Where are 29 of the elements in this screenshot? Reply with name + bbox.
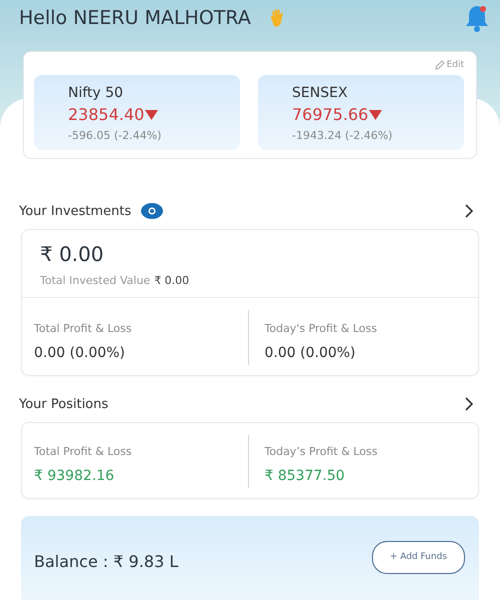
index-tile[interactable]: Nifty 50 23854.40 -596.05 (-2.44%): [34, 75, 240, 150]
index-change: -1943.24 (-2.46%): [292, 129, 392, 142]
section-title: Your Positions: [19, 396, 108, 412]
add-funds-button[interactable]: + Add Funds: [372, 540, 465, 574]
metric-label: Total Profit & Loss: [34, 445, 132, 458]
metric-label: Today's Profit & Loss: [264, 322, 377, 335]
current-value: ₹ 0.00: [40, 242, 104, 266]
index-value: 23854.40: [68, 105, 144, 124]
pencil-icon: [434, 60, 445, 70]
index-name: Nifty 50: [68, 85, 124, 101]
index-tile[interactable]: SENSEX 76975.66 -1943.24 (-2.46%): [258, 75, 464, 150]
chevron-right-icon[interactable]: [464, 397, 474, 411]
metric-value: 0.00 (0.00%): [264, 345, 356, 361]
index-name: SENSEX: [292, 85, 348, 101]
greeting-title: Hello NEERU MALHOTRA: [19, 7, 251, 29]
metric-label: Today’s Profit & Loss: [264, 445, 378, 458]
eye-icon[interactable]: [141, 203, 164, 219]
notification-bell-icon[interactable]: [464, 3, 490, 33]
invested-value: ₹ 0.00: [154, 274, 190, 287]
metric-value: 0.00 (0.00%): [34, 345, 126, 361]
invested-label: Total Invested Value: [40, 274, 150, 287]
metric-label: Total Profit & Loss: [34, 322, 132, 335]
index-value: 76975.66: [292, 105, 368, 124]
index-change: -596.05 (-2.44%): [68, 129, 162, 142]
metric-value: ₹ 93982.16: [34, 468, 114, 484]
metric-value: ₹ 85377.50: [264, 468, 345, 484]
balance-text: Balance : ₹ 9.83 L: [34, 552, 178, 570]
chevron-right-icon[interactable]: [464, 204, 474, 218]
section-title: Your Investments: [19, 204, 132, 218]
